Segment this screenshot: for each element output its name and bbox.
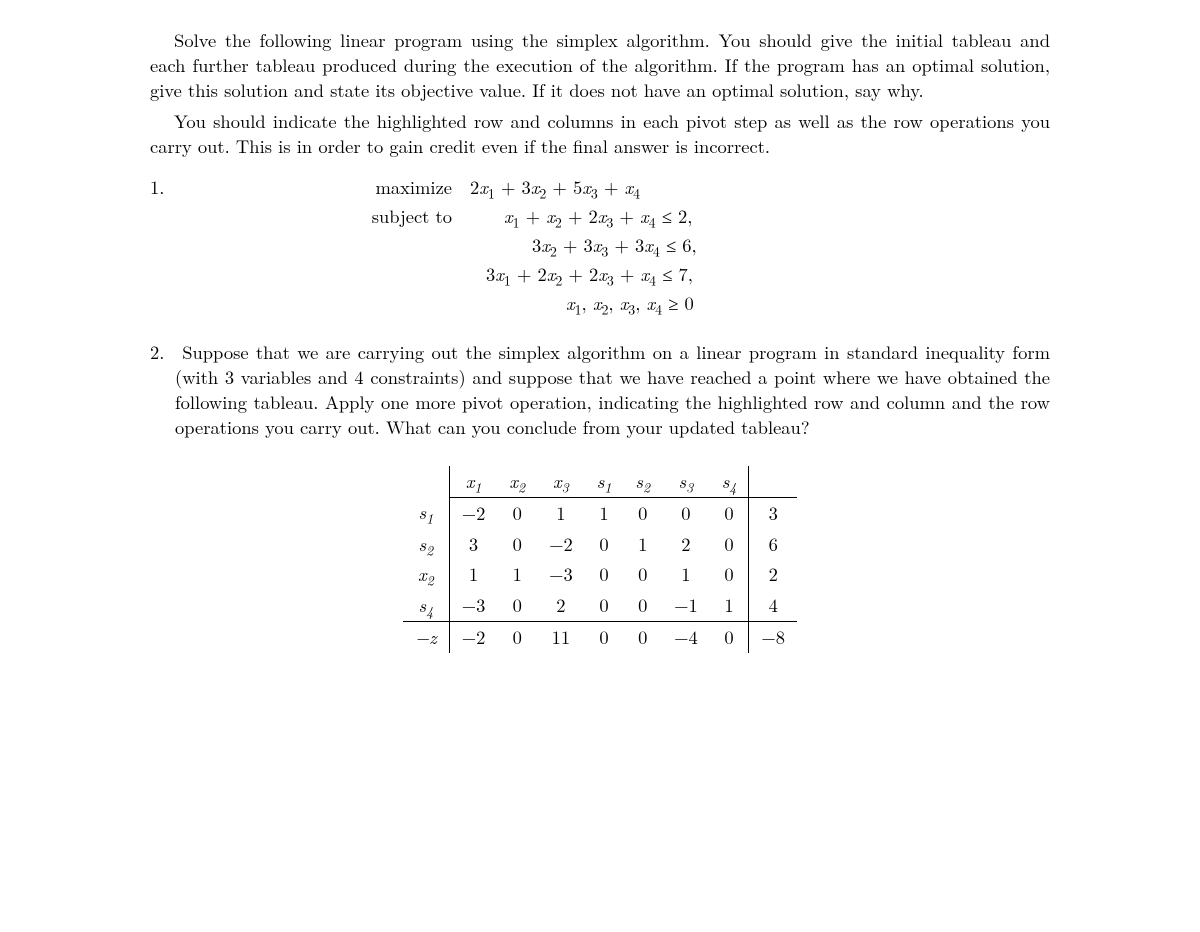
cell: −1 xyxy=(662,590,710,621)
cell: 0 xyxy=(623,497,662,528)
question-2-number: 2. xyxy=(150,339,164,365)
intro-paragraph-2: You should indicate the highlighted row … xyxy=(150,109,1050,159)
cell: 1 xyxy=(623,529,662,560)
cell: 0 xyxy=(497,590,537,621)
cell: 0 xyxy=(710,622,749,653)
cell: 0 xyxy=(585,590,624,621)
tableau-objective-row: −z −2 0 11 0 0 −4 0 −8 xyxy=(403,622,797,653)
tableau-header-row: x1 x2 x3 s1 s2 s3 s4 xyxy=(403,466,797,497)
tableau-row: s4 −3 0 2 0 0 −1 1 4 xyxy=(403,590,797,621)
cell: 0 xyxy=(623,590,662,621)
cell: 1 xyxy=(449,559,497,590)
subject-to-label: subject to xyxy=(350,204,470,229)
cell: 1 xyxy=(497,559,537,590)
cell: 1 xyxy=(662,559,710,590)
row-label-x2: x2 xyxy=(403,559,449,590)
cell: −4 xyxy=(662,622,710,653)
cell: 0 xyxy=(497,529,537,560)
cell: 0 xyxy=(497,497,537,528)
tableau-row: x2 1 1 −3 0 0 1 0 2 xyxy=(403,559,797,590)
cell: 0 xyxy=(710,529,749,560)
cell-rhs: 3 xyxy=(749,497,797,528)
cell-rhs: 2 xyxy=(749,559,797,590)
cell: −2 xyxy=(449,622,497,653)
intro-paragraph-1: Solve the following linear program using… xyxy=(150,28,1050,103)
question-2: 2. Suppose that we are carrying out the … xyxy=(175,340,1050,440)
cell: 1 xyxy=(537,497,585,528)
row-label-z: −z xyxy=(403,622,449,653)
question-1-number: 1. xyxy=(150,175,190,316)
linear-program: maximize 2x1 + 3x2 + 5x3 + x4 subject to… xyxy=(350,175,1050,316)
constraint-1: x1 + x2 + 2x3 + x4 ≤ 2, xyxy=(470,204,1050,229)
cell: 3 xyxy=(449,529,497,560)
cell: 0 xyxy=(662,497,710,528)
col-s3: s3 xyxy=(662,466,710,497)
cell-rhs: 6 xyxy=(749,529,797,560)
cell: −2 xyxy=(537,529,585,560)
nonnegativity: x1, x2, x3, x4 ≥ 0 xyxy=(470,291,1050,316)
cell: 2 xyxy=(662,529,710,560)
col-s1: s1 xyxy=(585,466,624,497)
cell: 1 xyxy=(585,497,624,528)
cell: 0 xyxy=(585,529,624,560)
cell: 0 xyxy=(623,559,662,590)
cell: −3 xyxy=(537,559,585,590)
cell: 2 xyxy=(537,590,585,621)
col-s4: s4 xyxy=(710,466,749,497)
question-1: 1. maximize 2x1 + 3x2 + 5x3 + x4 subject… xyxy=(150,175,1050,316)
row-label-s2: s2 xyxy=(403,529,449,560)
col-s2: s2 xyxy=(623,466,662,497)
simplex-tableau: x1 x2 x3 s1 s2 s3 s4 s1 −2 0 1 1 0 0 0 3… xyxy=(403,466,797,654)
question-2-text: Suppose that we are carrying out the sim… xyxy=(175,339,1050,440)
cell: 0 xyxy=(497,622,537,653)
cell: −2 xyxy=(449,497,497,528)
cell: 0 xyxy=(710,497,749,528)
cell: 0 xyxy=(585,559,624,590)
objective-function: 2x1 + 3x2 + 5x3 + x4 xyxy=(470,175,1050,200)
cell: 0 xyxy=(710,559,749,590)
cell: 0 xyxy=(585,622,624,653)
cell: 1 xyxy=(710,590,749,621)
constraint-3: 3x1 + 2x2 + 2x3 + x4 ≤ 7, xyxy=(470,262,1050,287)
tableau-row: s2 3 0 −2 0 1 2 0 6 xyxy=(403,529,797,560)
col-x1: x1 xyxy=(449,466,497,497)
cell: −3 xyxy=(449,590,497,621)
cell: 0 xyxy=(623,622,662,653)
col-x3: x3 xyxy=(537,466,585,497)
row-label-s1: s1 xyxy=(403,497,449,528)
constraint-2: 3x2 + 3x3 + 3x4 ≤ 6, xyxy=(470,233,1050,258)
cell: 11 xyxy=(537,622,585,653)
tableau-row: s1 −2 0 1 1 0 0 0 3 xyxy=(403,497,797,528)
maximize-label: maximize xyxy=(350,175,470,200)
cell-rhs: −8 xyxy=(749,622,797,653)
col-x2: x2 xyxy=(497,466,537,497)
row-label-s4: s4 xyxy=(403,590,449,621)
cell-rhs: 4 xyxy=(749,590,797,621)
